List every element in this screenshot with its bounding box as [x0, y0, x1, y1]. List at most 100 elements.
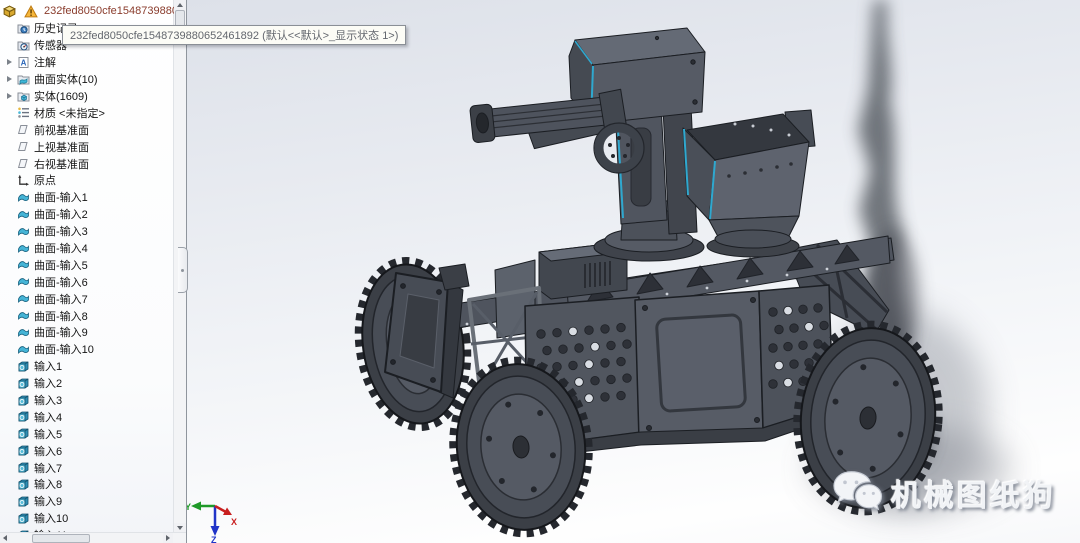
tree-item-label: 输入9 — [34, 496, 63, 509]
tree-item-label: 输入7 — [34, 462, 63, 475]
tree-item[interactable]: 输入7 — [0, 459, 174, 476]
tree-item[interactable]: 曲面-输入7 — [0, 290, 174, 307]
surface-body-icon — [16, 207, 31, 221]
tree-item[interactable]: 曲面-输入6 — [0, 273, 174, 290]
view-triad: Y Z X — [187, 501, 237, 543]
tree-item[interactable]: 曲面实体(10) — [0, 71, 174, 88]
surface-body-icon — [16, 342, 31, 356]
surface-body-icon — [16, 224, 31, 238]
surface-body-icon — [16, 190, 31, 204]
solid-body-icon — [16, 376, 31, 390]
tree-item[interactable]: 曲面-输入1 — [0, 189, 174, 206]
solid-body-icon — [16, 461, 31, 475]
tree-item[interactable]: 曲面-输入4 — [0, 240, 174, 257]
tree-item-label: 输入3 — [34, 395, 63, 408]
watermark: 机械图纸狗 — [831, 466, 1056, 519]
tree-item[interactable]: 输入3 — [0, 392, 174, 409]
tree-item[interactable]: 输入6 — [0, 442, 174, 459]
tree-item-label: 曲面-输入2 — [34, 209, 88, 222]
scroll-left-icon — [3, 535, 7, 541]
cad-window: 232fed8050cfe1548739880652 历史记录传感器A注解曲面实… — [0, 0, 1080, 543]
feature-tree-items: 历史记录 传感器 A 注解 曲面实体(10) 实体(1609) 材质 <未指定> 前视基准面上… — [0, 20, 174, 533]
scroll-up-icon — [177, 3, 183, 7]
surface-body-icon — [16, 258, 31, 272]
tree-item[interactable]: 原点 — [0, 172, 174, 189]
plane-icon — [16, 140, 31, 154]
surface-body-icon — [16, 241, 31, 255]
svg-text:A: A — [21, 58, 27, 67]
triad-x-label: X — [231, 517, 237, 527]
feature-tree-root[interactable]: 232fed8050cfe1548739880652 — [2, 2, 174, 20]
panel-splitter-handle[interactable] — [178, 247, 188, 293]
surface-folder-icon — [16, 72, 31, 86]
tree-item-label: 曲面-输入7 — [34, 293, 88, 306]
robot-model[interactable] — [349, 27, 946, 540]
tree-item-label: 曲面-输入6 — [34, 276, 88, 289]
tree-item[interactable]: 输入10 — [0, 510, 174, 527]
tree-item[interactable]: 右视基准面 — [0, 155, 174, 172]
tree-item-label: 输入1 — [34, 361, 63, 374]
hopper — [682, 109, 816, 258]
tree-item[interactable]: 上视基准面 — [0, 138, 174, 155]
tree-item-label: 输入4 — [34, 411, 63, 424]
filename-tooltip: 232fed8050cfe1548739880652461892 (默认<<默认… — [62, 25, 407, 45]
tree-item[interactable]: 曲面-输入10 — [0, 341, 174, 358]
expand-arrow-icon[interactable] — [3, 93, 16, 99]
scroll-left-button[interactable] — [0, 533, 10, 543]
tree-item[interactable]: 输入4 — [0, 408, 174, 425]
wechat-logo-icon — [831, 466, 883, 519]
splitter-dot-icon — [181, 268, 184, 272]
tree-item-label: 注解 — [34, 57, 56, 70]
expand-arrow-icon[interactable] — [3, 59, 16, 66]
tree-item[interactable]: 曲面-输入2 — [0, 206, 174, 223]
tree-item[interactable]: 输入2 — [0, 375, 174, 392]
plane-icon — [16, 157, 31, 171]
tree-item[interactable]: 输入9 — [0, 493, 174, 510]
tree-item-label: 曲面-输入8 — [34, 310, 88, 323]
tree-item-label: 曲面-输入3 — [34, 226, 88, 239]
tree-item-label: 材质 <未指定> — [34, 107, 105, 120]
sensor-icon — [16, 38, 31, 52]
tree-item[interactable]: A 注解 — [0, 54, 174, 71]
tree-item[interactable]: 实体(1609) — [0, 88, 174, 105]
tree-item-label: 曲面-输入9 — [34, 327, 88, 340]
surface-body-icon — [16, 309, 31, 323]
scroll-right-button[interactable] — [163, 533, 173, 543]
solid-body-icon — [16, 359, 31, 373]
tree-item[interactable]: 曲面-输入8 — [0, 307, 174, 324]
tree-horizontal-scrollbar[interactable] — [0, 532, 186, 543]
triad-y-label: Y — [187, 502, 191, 512]
tree-item[interactable]: 输入8 — [0, 476, 174, 493]
surface-body-icon — [16, 275, 31, 289]
expand-arrow-icon[interactable] — [3, 76, 16, 83]
material-icon — [16, 106, 31, 120]
tree-item-label: 曲面-输入4 — [34, 243, 88, 256]
scroll-right-icon — [166, 535, 170, 541]
annotations-icon: A — [16, 55, 31, 69]
tree-item[interactable]: 前视基准面 — [0, 121, 174, 138]
tree-item-label: 输入2 — [34, 378, 63, 391]
barrel — [469, 88, 628, 150]
triad-z-label: Z — [211, 535, 217, 543]
history-icon — [16, 21, 31, 35]
solid-body-icon — [16, 511, 31, 525]
solid-body-icon — [16, 477, 31, 491]
tree-item[interactable]: 输入5 — [0, 425, 174, 442]
surface-body-icon — [16, 325, 31, 339]
tree-item-label: 原点 — [34, 175, 56, 188]
tree-item[interactable]: 输入1 — [0, 358, 174, 375]
solid-body-icon — [16, 494, 31, 508]
warning-icon — [23, 4, 38, 18]
scroll-up-button[interactable] — [174, 0, 186, 10]
plane-icon — [16, 123, 31, 137]
horizontal-scroll-thumb[interactable] — [32, 534, 90, 543]
surface-body-icon — [16, 292, 31, 306]
solid-body-icon — [16, 427, 31, 441]
tree-item-label: 输入5 — [34, 428, 63, 441]
tree-item[interactable]: 曲面-输入5 — [0, 256, 174, 273]
viewport-3d[interactable]: Y Z X — [187, 0, 1080, 543]
tree-item[interactable]: 曲面-输入9 — [0, 324, 174, 341]
tree-item[interactable]: 材质 <未指定> — [0, 104, 174, 121]
tree-item-label: 右视基准面 — [34, 158, 89, 171]
tree-item[interactable]: 曲面-输入3 — [0, 223, 174, 240]
